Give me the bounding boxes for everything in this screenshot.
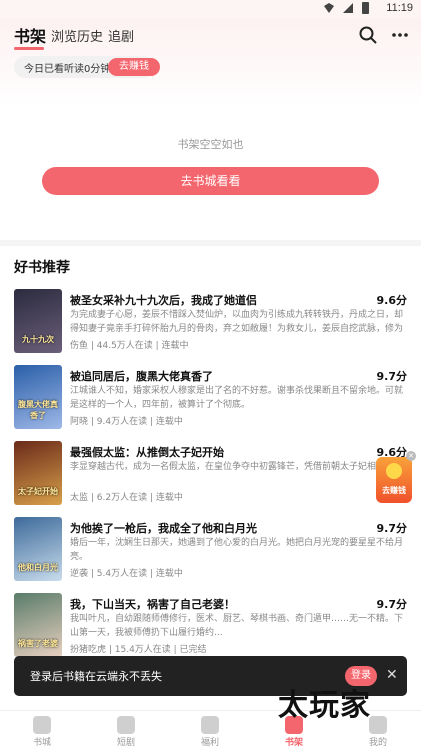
close-icon[interactable]: ✕	[386, 667, 398, 683]
book-title: 被圣女采补九十九次后，我成了她道侣	[70, 294, 257, 307]
reward-label: 去赚钱	[382, 486, 406, 495]
gift-icon	[201, 716, 219, 734]
book-title: 为他挨了一枪后，我成全了他和白月光	[70, 522, 257, 535]
more-icon[interactable]	[390, 25, 410, 45]
reward-box[interactable]: 去赚钱	[376, 457, 412, 503]
earn-money-button[interactable]: 去赚钱	[108, 58, 160, 76]
profile-icon	[369, 716, 387, 734]
book-item[interactable]: 祸害了老婆 我，下山当天，祸害了自己老婆！ 9.7分 我叫叶凡，自幼跟随师傅修行…	[0, 593, 421, 663]
coin-icon	[386, 463, 402, 479]
reading-time-pill: 今日已看听读0分钟 去赚钱	[14, 56, 160, 78]
nav-welfare[interactable]: 福利	[168, 713, 252, 748]
book-cover: 祸害了老婆	[14, 593, 62, 657]
tab-indicator	[14, 47, 44, 50]
go-bookstore-button[interactable]: 去书城看看	[42, 167, 379, 195]
empty-shelf-text: 书架空空如也	[177, 138, 244, 151]
wifi-icon	[324, 3, 334, 13]
book-item[interactable]: 太子妃开始 最强假太监：从推倒太子妃开始 9.6分 李显穿越古代，成为一名假太监…	[0, 441, 421, 511]
bookstore-icon	[33, 716, 51, 734]
nav-drama[interactable]: 短剧	[84, 713, 168, 748]
book-description: 江城谁人不知，婚家采权人穆家是出了名的不好惹。谢事杀伐果断且不留余地。可就是这样…	[70, 386, 404, 410]
book-meta: 扮猪吃虎 | 15.4万人在读 | 已完结	[70, 645, 207, 655]
book-meta: 太监 | 6.2万人在读 | 连载中	[70, 493, 183, 503]
signal-icon	[343, 3, 353, 13]
book-description: 为完成妻子心愿，姜辰不惜踩入焚仙炉，以血肉为引练成九转转铁丹，丹成之日，却得知妻…	[70, 310, 404, 334]
book-cover: 他和白月光	[14, 517, 62, 581]
play-icon	[117, 716, 135, 734]
book-description: 李显穿越古代，成为一名假太监，在皇位争夺中初露锋芒，凭借前朝太子妃相中...	[70, 462, 394, 472]
login-toast-text: 登录后书籍在云端永不丢失	[30, 670, 162, 683]
search-icon[interactable]	[358, 25, 378, 45]
book-cover: 腹黑大佬真香了	[14, 365, 62, 429]
nav-bookstore[interactable]: 书城	[0, 713, 84, 748]
tab-drama[interactable]: 追剧	[108, 26, 134, 45]
battery-icon	[362, 2, 369, 14]
section-divider	[0, 240, 421, 246]
book-score: 9.7分	[376, 522, 408, 535]
book-cover: 九十九次	[14, 289, 62, 353]
book-score: 9.7分	[376, 598, 408, 611]
floating-reward-widget[interactable]: 去赚钱 ✕	[374, 451, 416, 507]
book-description: 我叫叶凡，自幼跟随师傅修行，医术、厨艺、琴棋书画、奇门遁甲……无一不精。下山第一…	[70, 614, 404, 638]
status-time: 11:19	[386, 2, 413, 14]
book-title: 最强假太监：从推倒太子妃开始	[70, 446, 224, 459]
book-score: 9.6分	[376, 294, 408, 307]
book-score: 9.7分	[376, 370, 408, 383]
close-icon[interactable]: ✕	[406, 451, 416, 461]
book-meta: 逆袭 | 5.4万人在读 | 连载中	[70, 569, 183, 579]
book-description: 婚后一年，沈娴生日那天，她遇到了他心爱的白月光。她把白月光宠的要星星不给月亮。	[70, 538, 404, 562]
book-item[interactable]: 他和白月光 为他挨了一枪后，我成全了他和白月光 9.7分 婚后一年，沈娴生日那天…	[0, 517, 421, 587]
book-title: 被追同居后，腹黑大佬真香了	[70, 370, 213, 383]
tab-history[interactable]: 浏览历史	[51, 26, 103, 45]
book-cover: 太子妃开始	[14, 441, 62, 505]
book-item[interactable]: 腹黑大佬真香了 被追同居后，腹黑大佬真香了 9.7分 江城谁人不知，婚家采权人穆…	[0, 365, 421, 435]
book-meta: 伤鱼 | 44.5万人在读 | 连载中	[70, 341, 189, 351]
status-icons	[324, 2, 369, 14]
tab-bookshelf[interactable]: 书架	[14, 23, 46, 47]
top-header: 书架 浏览历史 追剧	[0, 20, 421, 50]
recommend-title: 好书推荐	[14, 260, 70, 276]
status-bar: 11:19	[0, 0, 421, 18]
book-title: 我，下山当天，祸害了自己老婆！	[70, 598, 235, 611]
book-item[interactable]: 九十九次 被圣女采补九十九次后，我成了她道侣 9.6分 为完成妻子心愿，姜辰不惜…	[0, 289, 421, 359]
watermark-logo: 太玩家	[278, 688, 371, 723]
reading-time-text: 今日已看听读0分钟	[24, 64, 111, 75]
book-meta: 阿晓 | 9.4万人在读 | 连载中	[70, 417, 183, 427]
